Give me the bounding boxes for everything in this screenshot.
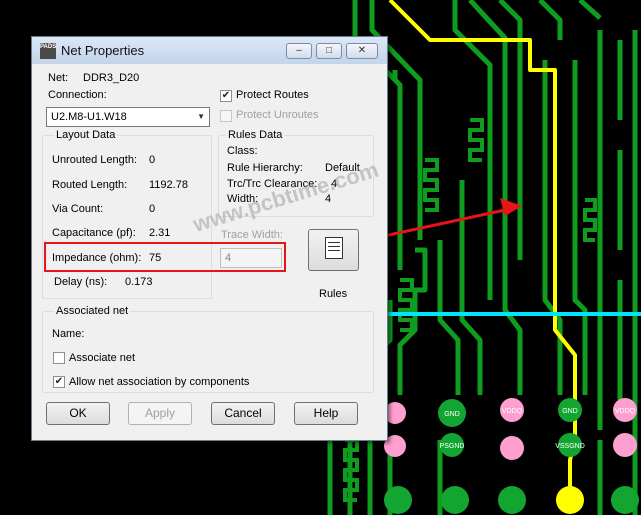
connection-label: Connection: <box>48 89 107 101</box>
rules-button[interactable] <box>308 229 359 271</box>
cancel-button[interactable]: Cancel <box>211 402 275 425</box>
layout-data-title: Layout Data <box>54 129 118 141</box>
pad-green <box>611 486 639 514</box>
associate-net-checkbox[interactable] <box>53 352 65 364</box>
class-label: Class: <box>227 145 258 157</box>
ok-button[interactable]: OK <box>46 402 110 425</box>
pads-app-icon: PADS <box>40 43 56 59</box>
help-button[interactable]: Help <box>294 402 358 425</box>
net-properties-dialog: PADS Net Properties – □ ✕ Net: DDR3_D20 … <box>31 36 388 441</box>
pad-pink <box>500 436 524 460</box>
net-label: Net: <box>48 72 69 84</box>
protect-routes-label: Protect Routes <box>236 89 309 101</box>
connection-selected-value: U2.M8-U1.W18 <box>51 111 127 123</box>
protect-unroutes-checkbox[interactable] <box>220 110 232 122</box>
pad-green <box>498 486 526 514</box>
dropdown-arrow-icon: ▼ <box>197 112 205 121</box>
capacitance-value: 2.31 <box>149 227 171 239</box>
delay-value: 0.173 <box>125 276 153 288</box>
minimize-icon: – <box>296 45 302 56</box>
trace-width-label: Trace Width: <box>221 229 283 241</box>
maximize-button[interactable]: □ <box>316 43 342 59</box>
rules-document-icon <box>325 237 343 259</box>
connection-select[interactable]: U2.M8-U1.W18 ▼ <box>46 107 210 127</box>
protect-unroutes-label: Protect Unroutes <box>236 109 319 121</box>
maximize-icon: □ <box>325 45 333 56</box>
routed-length-label: Routed Length: <box>52 179 128 191</box>
net-name-value: DDR3_D20 <box>83 72 140 84</box>
capacitance-label: Capacitance (pf): <box>52 227 136 239</box>
pad-yellow <box>556 486 584 514</box>
via-count-value: 0 <box>149 203 156 215</box>
pad-pink <box>613 433 637 457</box>
associate-net-label: Associate net <box>69 352 136 364</box>
pad-label: VDDQ <box>502 408 523 415</box>
associated-name-label: Name: <box>52 328 85 340</box>
unrouted-length-value: 0 <box>149 154 156 166</box>
pad-label: VSSGND <box>555 443 585 450</box>
pad-label: GND <box>562 408 578 415</box>
window-title: Net Properties <box>61 43 145 58</box>
minimize-button[interactable]: – <box>286 43 312 59</box>
impedance-highlight-box <box>44 242 286 272</box>
pad-label: PSGND <box>440 443 465 450</box>
rules-data-title: Rules Data <box>226 129 285 141</box>
pad-green <box>384 486 412 514</box>
pad-label: GND <box>444 411 460 418</box>
rules-button-label: Rules <box>319 288 348 300</box>
close-icon: ✕ <box>357 45 367 56</box>
associated-net-title: Associated net <box>54 305 131 317</box>
unrouted-length-label: Unrouted Length: <box>52 154 138 166</box>
title-bar[interactable]: PADS Net Properties – □ ✕ <box>32 37 387 64</box>
pad-green <box>441 486 469 514</box>
close-button[interactable]: ✕ <box>346 43 378 59</box>
routed-length-value: 1192.78 <box>149 179 188 191</box>
apply-button[interactable]: Apply <box>128 402 192 425</box>
delay-label: Delay (ns): <box>54 276 108 288</box>
rule-hierarchy-label: Rule Hierarchy: <box>227 162 303 174</box>
pad-label: VDDQ <box>615 408 636 415</box>
allow-association-label: Allow net association by components <box>69 376 250 388</box>
protect-routes-checkbox[interactable]: ✔ <box>220 90 232 102</box>
via-count-label: Via Count: <box>52 203 104 215</box>
allow-association-checkbox[interactable]: ✔ <box>53 376 65 388</box>
